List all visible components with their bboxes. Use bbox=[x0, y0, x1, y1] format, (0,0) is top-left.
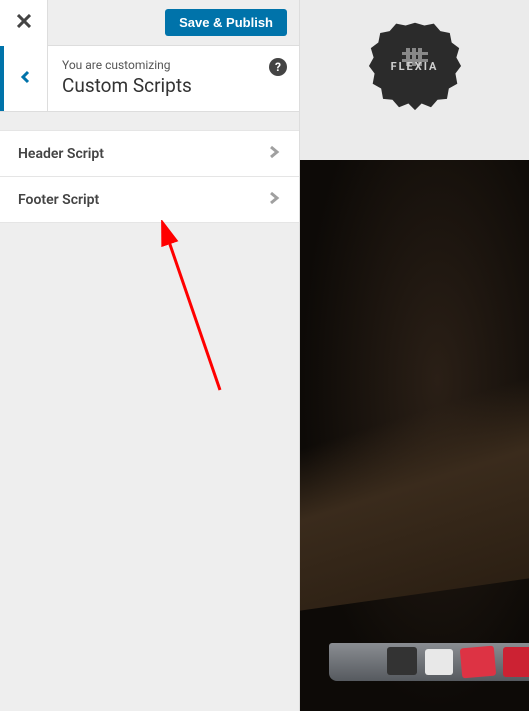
sticker bbox=[425, 649, 453, 675]
section-header-script[interactable]: Header Script bbox=[0, 130, 299, 177]
spacer bbox=[0, 112, 299, 130]
panel-header: You are customizing Custom Scripts ? bbox=[0, 46, 299, 112]
desk-surface bbox=[300, 267, 529, 615]
preview-pane[interactable]: FLEXIA bbox=[300, 0, 529, 711]
brand-badge: FLEXIA bbox=[368, 18, 462, 112]
chevron-left-icon bbox=[18, 69, 34, 89]
section-footer-script[interactable]: Footer Script bbox=[0, 177, 299, 223]
section-label: Header Script bbox=[18, 146, 104, 162]
chevron-right-icon bbox=[267, 190, 281, 209]
chevron-right-icon bbox=[267, 144, 281, 163]
annotation-arrow bbox=[120, 220, 240, 400]
sticker bbox=[387, 647, 417, 675]
help-icon: ? bbox=[275, 60, 281, 74]
help-button[interactable]: ? bbox=[269, 58, 287, 76]
section-label: Footer Script bbox=[18, 192, 99, 208]
close-icon bbox=[17, 12, 31, 33]
brand-name: FLEXIA bbox=[391, 60, 439, 73]
laptop-base bbox=[329, 643, 529, 681]
laptop bbox=[329, 643, 529, 703]
panel-subtitle: You are customizing bbox=[62, 58, 285, 72]
close-button[interactable] bbox=[0, 0, 48, 46]
preview-bg-dark bbox=[300, 160, 529, 711]
back-button[interactable] bbox=[0, 46, 48, 111]
panel-header-text: You are customizing Custom Scripts ? bbox=[48, 46, 299, 111]
sticker bbox=[503, 647, 529, 677]
sticker bbox=[460, 646, 496, 679]
topbar: Save & Publish bbox=[0, 0, 299, 46]
panel-title: Custom Scripts bbox=[62, 74, 285, 97]
customizer-sidebar: Save & Publish You are customizing Custo… bbox=[0, 0, 300, 711]
save-publish-button[interactable]: Save & Publish bbox=[165, 9, 287, 36]
